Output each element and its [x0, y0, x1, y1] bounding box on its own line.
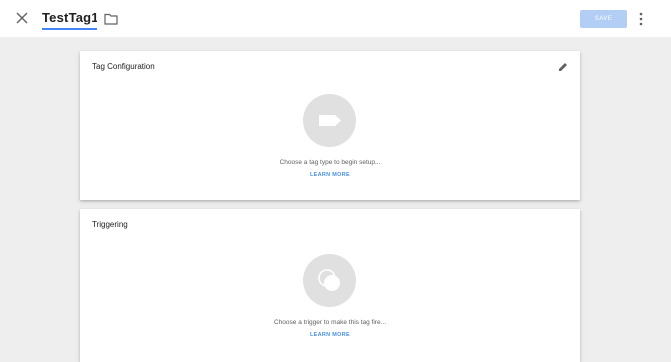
learn-more-link[interactable]: LEARN MORE [310, 332, 350, 338]
pencil-icon[interactable] [557, 60, 569, 72]
learn-more-link[interactable]: LEARN MORE [310, 172, 350, 178]
save-button[interactable]: SAVE [580, 10, 627, 28]
tag-config-hint: Choose a tag type to begin setup... [279, 159, 381, 166]
tag-type-placeholder[interactable] [303, 94, 356, 147]
tag-icon [319, 115, 341, 126]
close-icon[interactable] [14, 10, 30, 26]
triggering-card[interactable]: Triggering Choose a trigger to make this… [80, 209, 580, 362]
tag-configuration-card[interactable]: Tag Configuration Choose a tag type to b… [80, 51, 580, 200]
trigger-placeholder[interactable] [303, 254, 356, 307]
card-title: Triggering [92, 220, 128, 229]
folder-icon[interactable] [104, 12, 118, 25]
card-title: Tag Configuration [92, 62, 155, 71]
more-vertical-icon[interactable] [637, 11, 645, 27]
top-bar: SAVE [0, 0, 671, 37]
tag-name-field[interactable] [42, 8, 97, 30]
triggering-hint: Choose a trigger to make this tag fire..… [274, 319, 386, 326]
tag-name-input[interactable] [42, 8, 97, 27]
trigger-icon [318, 269, 340, 291]
